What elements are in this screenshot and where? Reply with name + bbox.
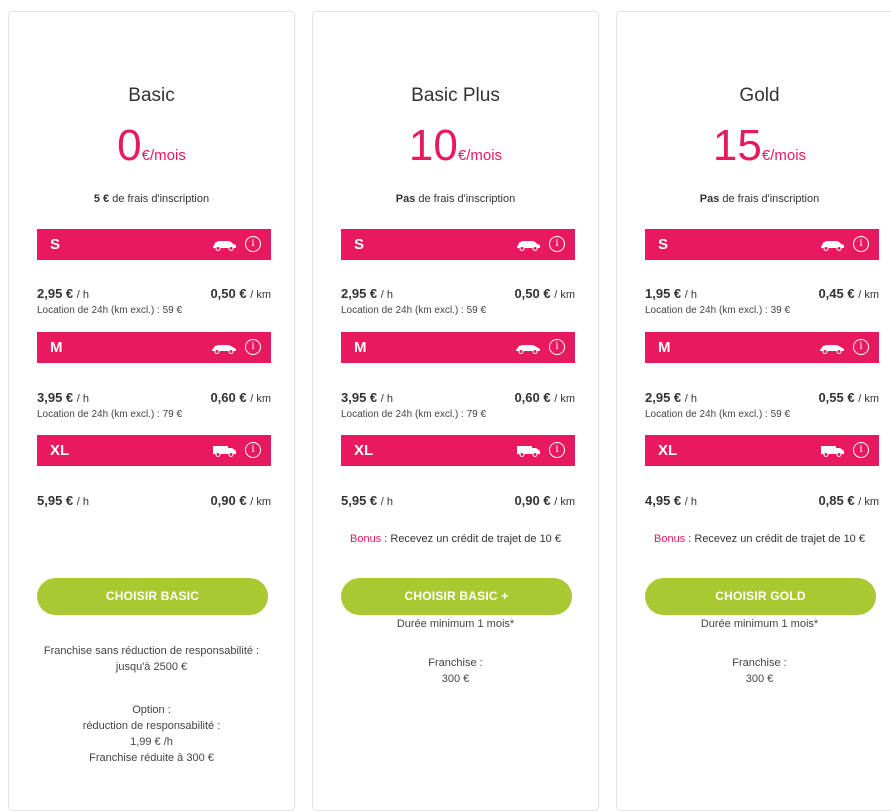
registration-fee: 5 € de frais d'inscription — [93, 193, 210, 205]
bonus-text: Bonus : Recevez un crédit de trajet de 1… — [350, 533, 561, 545]
plan-title: Basic Plus — [411, 85, 500, 106]
plan-price: 0€/mois — [117, 121, 186, 170]
info-icon[interactable]: i — [853, 236, 869, 252]
car-icon — [212, 345, 236, 354]
info-icon[interactable]: i — [549, 442, 565, 458]
info-icon[interactable]: i — [549, 236, 565, 252]
info-icon[interactable]: i — [245, 339, 261, 355]
van-icon — [821, 446, 844, 457]
car-icon — [517, 241, 540, 251]
tier-xl-header: XL i — [37, 435, 271, 466]
tier-m-location: Location de 24h (km excl.) : 79 € — [341, 409, 487, 420]
tier-s-header: S i — [341, 229, 575, 260]
choose-gold-button[interactable]: CHOISIR GOLD — [645, 578, 876, 615]
franchise-info: Franchise : 300 € — [428, 657, 483, 685]
info-icon[interactable]: i — [549, 339, 565, 355]
van-icon — [517, 446, 540, 457]
plan-card-basic-plus: Basic Plus 10€/mois Pas de frais d'inscr… — [312, 11, 599, 811]
registration-fee: Pas de frais d'inscription — [395, 193, 516, 205]
info-icon[interactable]: i — [245, 442, 261, 458]
plan-card-gold: Gold 15€/mois Pas de frais d'inscription… — [616, 11, 891, 811]
tier-m-header: M i — [37, 332, 271, 363]
tier-m-header: M i — [341, 332, 575, 363]
tier-s-header: S i — [645, 229, 879, 260]
tier-xl-header: XL i — [645, 435, 879, 466]
registration-fee: Pas de frais d'inscription — [699, 193, 820, 205]
info-icon[interactable]: i — [245, 236, 261, 252]
car-icon — [820, 345, 844, 354]
tier-s-location: Location de 24h (km excl.) : 59 € — [341, 305, 487, 316]
plan-title: Basic — [128, 85, 175, 106]
franchise-info: Franchise : 300 € — [732, 657, 787, 685]
tier-xl-header: XL i — [341, 435, 575, 466]
car-icon — [213, 241, 236, 251]
info-icon[interactable]: i — [853, 339, 869, 355]
minimum-duration: Durée minimum 1 mois* — [700, 618, 819, 630]
minimum-duration: Durée minimum 1 mois* — [396, 618, 515, 630]
plan-price: 15€/mois — [712, 121, 807, 170]
franchise-info: Franchise sans réduction de responsabili… — [43, 645, 260, 673]
tier-s-header: S i — [37, 229, 271, 260]
tier-s-location: Location de 24h (km excl.) : 39 € — [645, 305, 791, 316]
tier-s-location: Location de 24h (km excl.) : 59 € — [37, 305, 183, 316]
info-icon[interactable]: i — [853, 442, 869, 458]
choose-basic-button[interactable]: CHOISIR BASIC — [37, 578, 268, 615]
tier-m-header: M i — [645, 332, 879, 363]
van-icon — [213, 446, 236, 457]
car-icon — [821, 241, 844, 251]
car-icon — [516, 345, 540, 354]
bonus-text: Bonus : Recevez un crédit de trajet de 1… — [654, 533, 865, 545]
plan-title: Gold — [739, 85, 780, 106]
choose-basic-plus-button[interactable]: CHOISIR BASIC + — [341, 578, 572, 615]
tier-m-location: Location de 24h (km excl.) : 79 € — [37, 409, 183, 420]
plan-price: 10€/mois — [408, 121, 503, 170]
tier-m-location: Location de 24h (km excl.) : 59 € — [645, 409, 791, 420]
option-info: Option : réduction de responsabilité : 1… — [82, 704, 221, 764]
plan-card-basic: Basic 0€/mois 5 € de frais d'inscription… — [8, 11, 295, 811]
